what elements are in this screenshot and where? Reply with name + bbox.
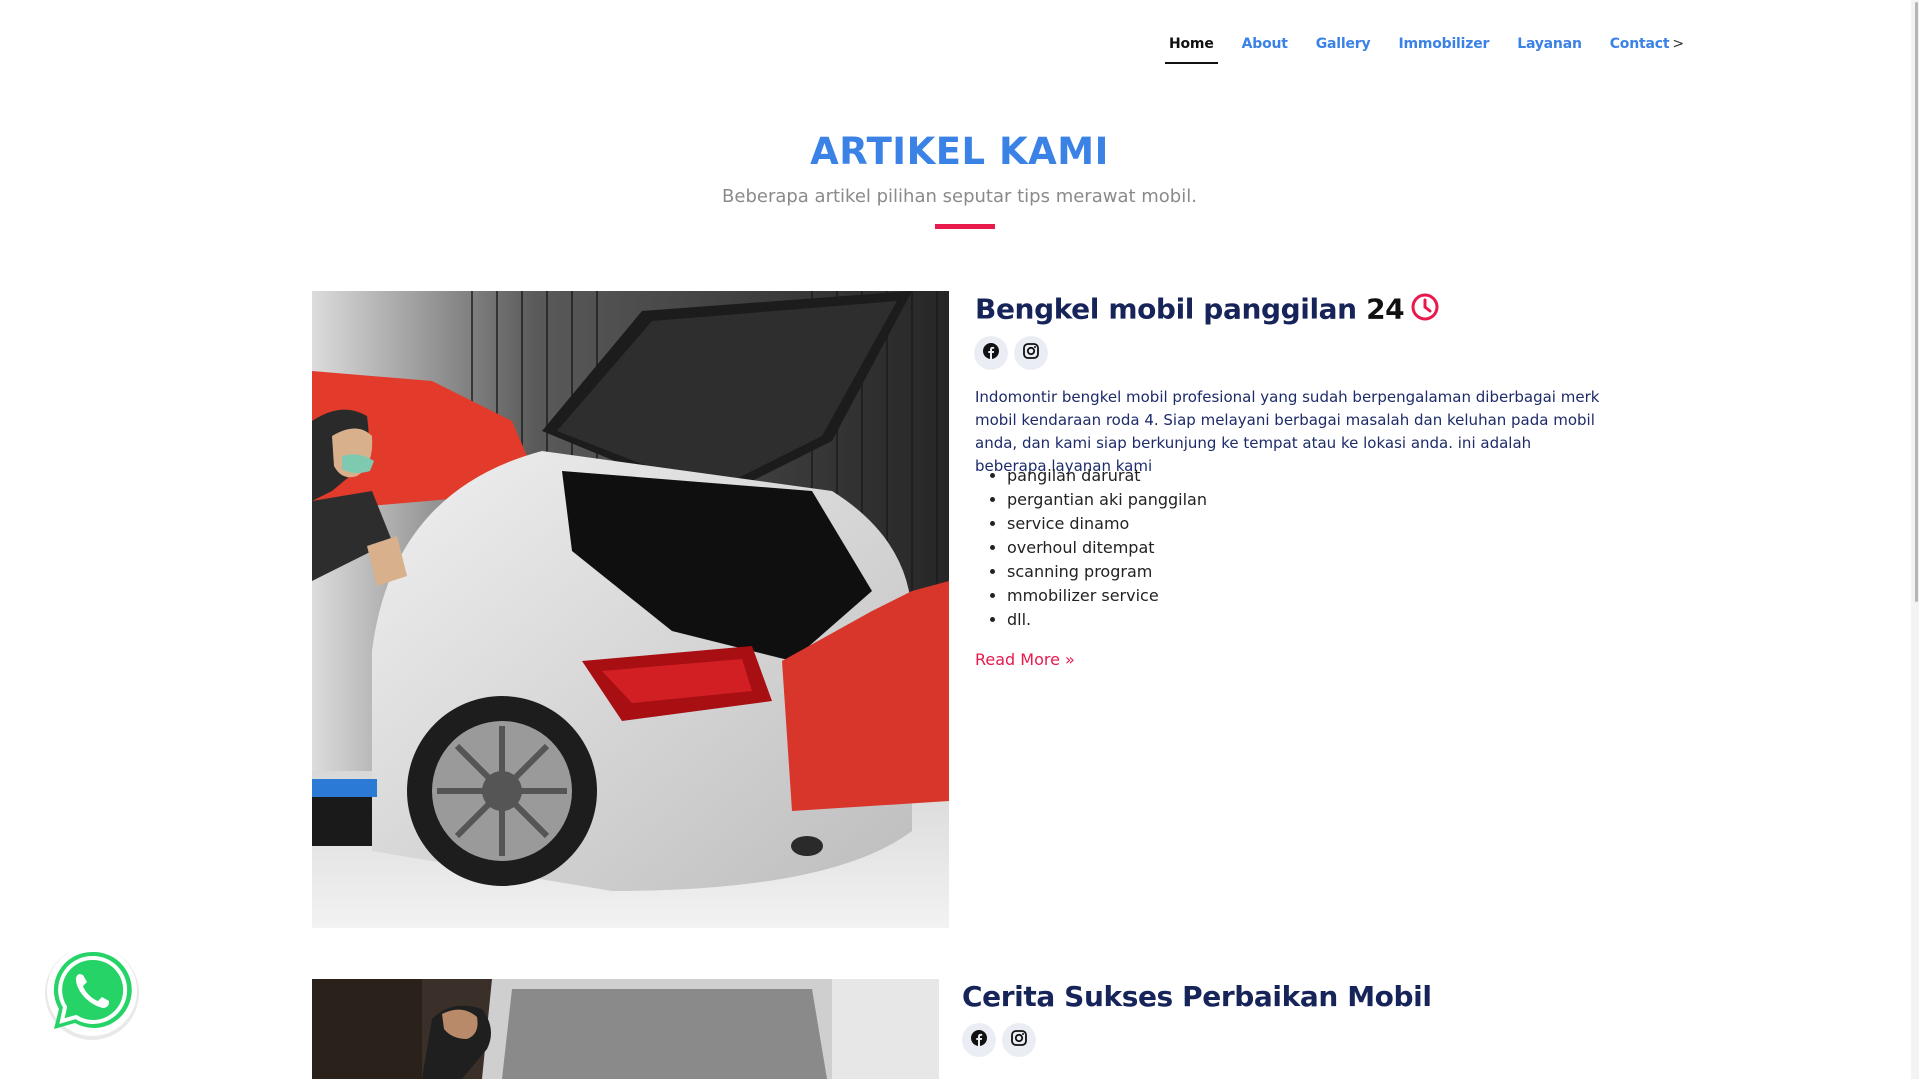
section-divider [935,224,995,229]
whatsapp-icon [42,946,142,1045]
facebook-share-button[interactable] [962,1023,996,1057]
list-item: scanning program [1007,560,1207,584]
main-nav: Home About Gallery Immobilizer Layanan C… [1165,28,1708,66]
instagram-icon [1023,342,1039,364]
read-more-link[interactable]: Read More » [975,650,1075,669]
share-buttons [962,1023,1036,1057]
share-buttons [974,336,1048,370]
list-item: mmobilizer service [1007,584,1207,608]
clock-icon [1410,292,1440,329]
list-item: dll. [1007,608,1207,632]
list-item: pangilan darurat [1007,464,1207,488]
section-subtitle: Beberapa artikel pilihan seputar tips me… [722,186,1197,207]
facebook-icon [983,342,999,364]
facebook-share-button[interactable] [974,336,1008,370]
car-photo-illustration [312,291,949,928]
article-title[interactable]: Cerita Sukses Perbaikan Mobil [962,980,1432,1013]
nav-gallery[interactable]: Gallery [1312,28,1375,66]
instagram-share-button[interactable] [1002,1023,1036,1057]
instagram-icon [1011,1029,1027,1051]
article-title-text: Bengkel mobil panggilan [975,292,1357,326]
section-title: ARTIKEL KAMI [810,130,1109,173]
nav-contact-caret: > [1672,36,1684,52]
nav-contact[interactable]: Contact > [1606,28,1688,66]
instagram-share-button[interactable] [1014,336,1048,370]
list-item: service dinamo [1007,512,1207,536]
facebook-icon [971,1029,987,1051]
mechanic-photo-illustration [312,979,939,1079]
article-title[interactable]: Bengkel mobil panggilan 24 [975,292,1440,329]
list-item: pergantian aki panggilan [1007,488,1207,512]
article-title-number: 24 [1366,292,1405,326]
whatsapp-button[interactable] [42,941,142,1041]
nav-layanan[interactable]: Layanan [1513,28,1586,66]
scrollbar-thumb[interactable] [1915,2,1918,602]
service-list: pangilan darurat pergantian aki panggila… [975,464,1207,632]
nav-contact-label: Contact [1609,36,1670,52]
article-image-car-tt[interactable] [312,291,949,928]
nav-home[interactable]: Home [1165,28,1218,66]
article-image-mechanic[interactable] [312,979,939,1079]
list-item: overhoul ditempat [1007,536,1207,560]
nav-about[interactable]: About [1238,28,1292,66]
nav-immobilizer[interactable]: Immobilizer [1394,28,1493,66]
